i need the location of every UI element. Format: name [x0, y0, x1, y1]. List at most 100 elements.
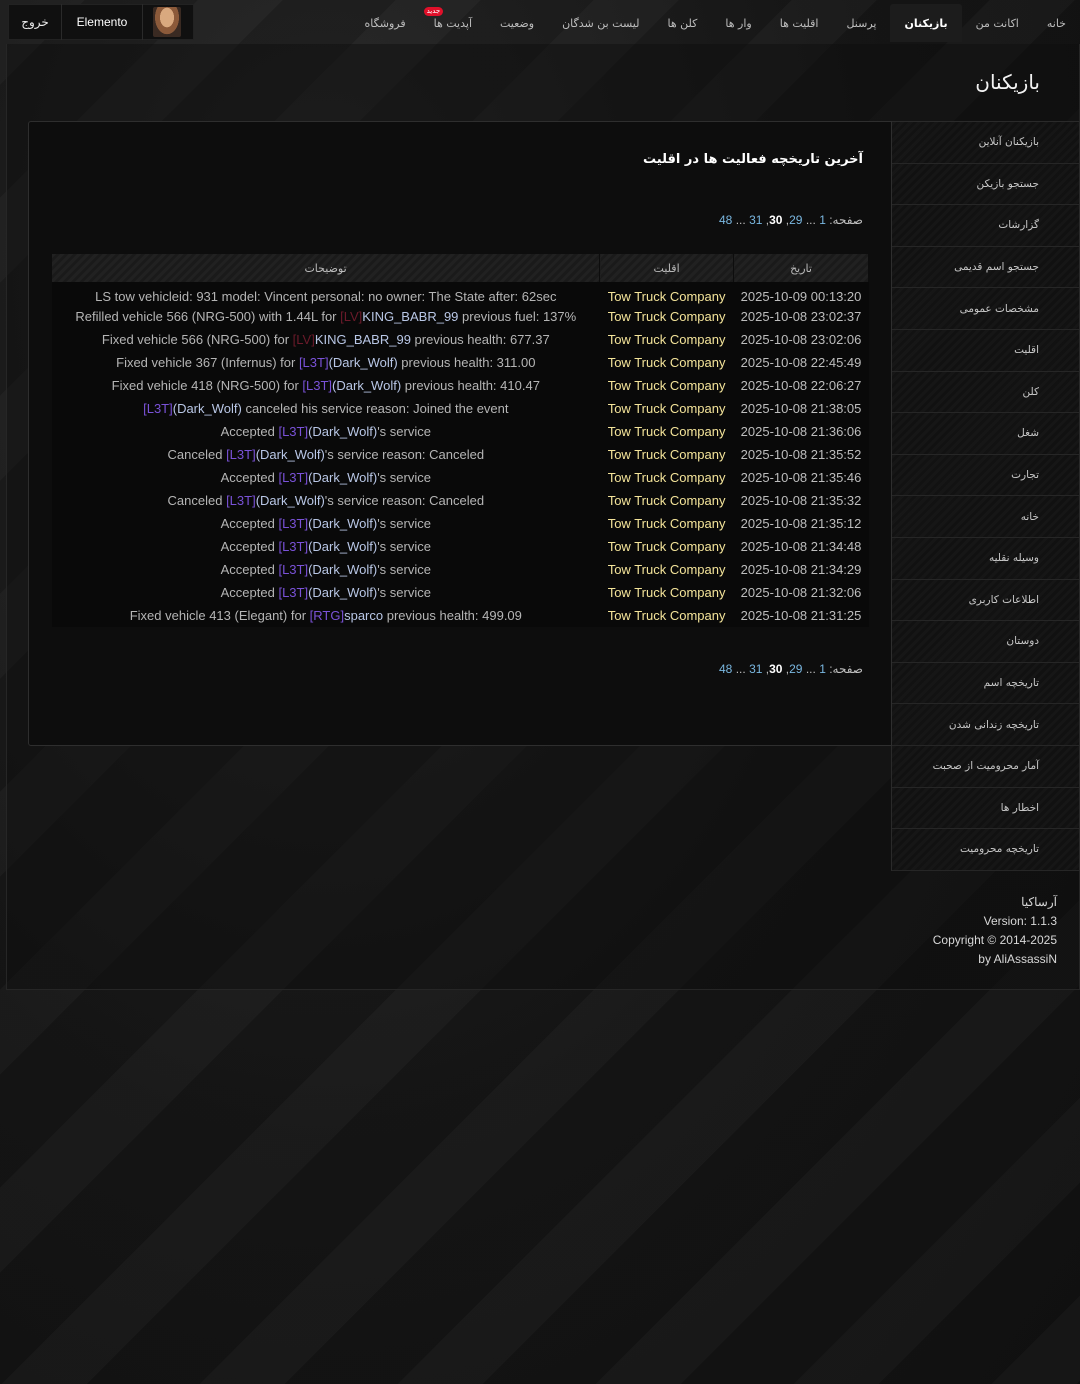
sidebar-item[interactable]: شغل: [892, 413, 1079, 455]
nav-item[interactable]: وضعیت: [486, 4, 548, 42]
col-date[interactable]: تاریخ: [733, 254, 869, 282]
table-row: Refilled vehicle 566 (NRG-500) with 1.44…: [52, 305, 869, 328]
page-link-first[interactable]: 1: [819, 662, 826, 676]
player-name-link[interactable]: (Dark_Wolf): [308, 470, 377, 485]
cell-description: Fixed vehicle 413 (Elegant) for [RTG]spa…: [52, 604, 600, 627]
sidebar-item[interactable]: تاریخچه زندانی شدن: [892, 704, 1079, 746]
user-box: خروج Elemento: [8, 4, 194, 40]
nav-item[interactable]: بازیکنان: [890, 4, 962, 42]
player-name-link[interactable]: (Dark_Wolf): [329, 355, 398, 370]
nav-item[interactable]: پرسنل: [832, 4, 890, 42]
sidebar-menu: بازیکنان آنلاین جستجو بازیکن گزارشات جستجو …: [891, 121, 1080, 871]
cell-faction: Tow Truck Company: [607, 401, 726, 416]
player-name-link[interactable]: sparco: [344, 608, 383, 623]
player-name-link[interactable]: KING_BABR_99: [362, 309, 458, 324]
cell-faction: Tow Truck Company: [607, 289, 726, 304]
desc-text: previous health: 311.00: [397, 355, 536, 370]
desc-text: Fixed vehicle 418 (NRG-500) for: [111, 378, 303, 393]
nav-item-label: اکانت من: [975, 16, 1019, 30]
avatar[interactable]: [153, 7, 181, 37]
sidebar-item[interactable]: جستجو بازیکن: [892, 163, 1079, 206]
cell-faction: Tow Truck Company: [607, 516, 726, 531]
sidebar-item[interactable]: اخطار ها: [892, 787, 1079, 830]
page-link-last[interactable]: 48: [719, 662, 732, 676]
sidebar-item[interactable]: آمار محرومیت از صحبت: [892, 745, 1079, 788]
sidebar-item[interactable]: تجارت: [892, 454, 1079, 497]
table-row: Canceled [L3T](Dark_Wolf)'s service reas…: [52, 489, 869, 512]
player-name-link[interactable]: (Dark_Wolf): [256, 447, 325, 462]
nav-item[interactable]: اکانت من: [962, 4, 1033, 42]
table-row: Fixed vehicle 367 (Infernus) for [L3T](D…: [52, 351, 869, 374]
nav-item[interactable]: وار ها: [711, 4, 765, 42]
nav-item[interactable]: آپدیت ها جدید: [420, 4, 486, 42]
col-desc[interactable]: توضیحات: [52, 254, 601, 282]
username-link[interactable]: Elemento: [62, 15, 142, 29]
page-link-29[interactable]: 29: [789, 213, 802, 227]
cell-description: [L3T](Dark_Wolf) canceled his service re…: [52, 397, 600, 420]
page-link-29[interactable]: 29: [789, 662, 802, 676]
pager-ellipsis: ...: [805, 213, 816, 227]
sidebar-item[interactable]: تاریخچه محرومیت: [892, 829, 1079, 871]
player-tag: [L3T]: [278, 424, 309, 439]
page-link-31[interactable]: 31: [749, 213, 762, 227]
top-navbar: خروج Elemento خانه اکانت من بازیکنان پرسنل ا…: [0, 0, 1080, 44]
cell-date: 2025-10-08 21:34:29: [740, 562, 862, 577]
sidebar-item[interactable]: بازیکنان آنلاین: [892, 122, 1079, 164]
nav-item[interactable]: خانه: [1033, 4, 1080, 42]
cell-faction: Tow Truck Company: [607, 539, 726, 554]
sidebar-item[interactable]: اطلاعات کاربری: [892, 579, 1079, 622]
cell-faction: Tow Truck Company: [607, 470, 726, 485]
player-name-link[interactable]: (Dark_Wolf): [332, 378, 401, 393]
player-name-link[interactable]: (Dark_Wolf): [308, 539, 377, 554]
nav-item[interactable]: فروشگاه: [351, 4, 420, 42]
player-name-link[interactable]: KING_BABR_99: [315, 332, 411, 347]
page-link-first[interactable]: 1: [819, 213, 826, 227]
nav-item-label: فروشگاه: [364, 16, 406, 30]
nav-item[interactable]: اقلیت ها: [766, 4, 833, 42]
player-name-link[interactable]: (Dark_Wolf): [256, 493, 325, 508]
player-name-link[interactable]: (Dark_Wolf): [308, 562, 377, 577]
sidebar-item[interactable]: اقلیت: [892, 329, 1079, 372]
table-row: Accepted [L3T](Dark_Wolf)'s service Tow T…: [52, 558, 869, 581]
player-tag: [L3T]: [278, 562, 309, 577]
page-link-31[interactable]: 31: [749, 662, 762, 676]
cell-faction: Tow Truck Company: [607, 608, 726, 623]
player-name-link[interactable]: (Dark_Wolf): [173, 401, 242, 416]
cell-date: 2025-10-08 21:35:52: [740, 447, 862, 462]
player-tag: [L3T]: [143, 401, 173, 416]
page-current: 30: [769, 213, 783, 227]
nav-item[interactable]: کلن ها: [653, 4, 711, 42]
player-name-link[interactable]: (Dark_Wolf): [308, 585, 377, 600]
nav-item[interactable]: لیست بن شدگان: [548, 4, 653, 42]
desc-text: 's service reason: Canceled: [324, 447, 485, 462]
sidebar-item[interactable]: مشخصات عمومی: [892, 288, 1079, 330]
sidebar-item[interactable]: دوستان: [892, 621, 1079, 663]
table-row: Accepted [L3T](Dark_Wolf)'s service Tow T…: [52, 420, 869, 443]
cell-faction: Tow Truck Company: [607, 562, 726, 577]
sidebar-item[interactable]: وسیله نقلیه: [892, 537, 1079, 580]
desc-text: Accepted: [220, 424, 279, 439]
player-name-link[interactable]: (Dark_Wolf): [308, 516, 377, 531]
footer-site-name: آرساکیا: [1021, 895, 1057, 909]
cell-faction: Tow Truck Company: [607, 378, 726, 393]
cell-description: Accepted [L3T](Dark_Wolf)'s service: [52, 535, 600, 558]
player-name-link[interactable]: (Dark_Wolf): [308, 424, 377, 439]
player-tag: [L3T]: [302, 378, 333, 393]
cell-date: 2025-10-08 21:36:06: [740, 424, 862, 439]
desc-text: canceled his service reason: Joined the …: [241, 401, 509, 416]
faction-log-table: توضیحات اقلیت تاریخ LS tow vehicleid: 93…: [52, 254, 869, 627]
table-row: Fixed vehicle 418 (NRG-500) for [L3T](Da…: [52, 374, 869, 397]
cell-date: 2025-10-08 21:34:48: [740, 539, 862, 554]
sidebar-item[interactable]: جستجو اسم قدیمی: [892, 246, 1079, 289]
cell-faction: Tow Truck Company: [607, 493, 726, 508]
panel-title: آخرین تاریخچه فعالیت ها در اقلیت: [643, 152, 863, 167]
cell-date: 2025-10-08 22:45:49: [740, 355, 862, 370]
sidebar-item[interactable]: کلن: [892, 371, 1079, 414]
faction-history-panel: آخرین تاریخچه فعالیت ها در اقلیت صفحه: 1…: [28, 121, 892, 746]
page-link-last[interactable]: 48: [719, 213, 732, 227]
col-faction[interactable]: اقلیت: [599, 254, 735, 282]
sidebar-item[interactable]: گزارشات: [892, 205, 1079, 247]
sidebar-item[interactable]: خانه: [892, 496, 1079, 538]
sidebar-item[interactable]: تاریخچه اسم: [892, 662, 1079, 705]
logout-button[interactable]: خروج: [9, 15, 61, 29]
